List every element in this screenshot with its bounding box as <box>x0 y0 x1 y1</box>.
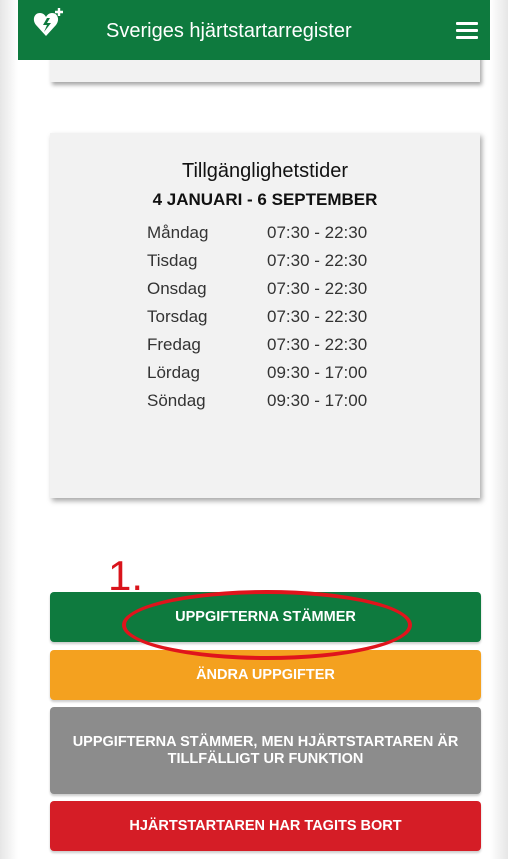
schedule-row: Onsdag 07:30 - 22:30 <box>147 279 407 307</box>
schedule-row: Söndag 09:30 - 17:00 <box>147 391 407 419</box>
schedule-row: Torsdag 07:30 - 22:30 <box>147 307 407 335</box>
schedule-hours: 07:30 - 22:30 <box>267 307 368 326</box>
schedule-day: Söndag <box>147 391 206 410</box>
schedule-day: Lördag <box>147 363 200 382</box>
schedule-row: Lördag 09:30 - 17:00 <box>147 363 407 391</box>
schedule-day: Tisdag <box>147 251 198 270</box>
schedule-hours: 07:30 - 22:30 <box>267 335 368 354</box>
schedule-day: Torsdag <box>147 307 208 326</box>
schedule-row: Tisdag 07:30 - 22:30 <box>147 251 407 279</box>
app-header: Sveriges hjärtstartarregister <box>18 0 490 60</box>
page-shadow-right <box>490 0 508 859</box>
schedule-day: Måndag <box>147 223 209 242</box>
availability-card: Tillgänglighetstider 4 JANUARI - 6 SEPTE… <box>50 133 480 498</box>
availability-title: Tillgänglighetstider <box>181 160 348 182</box>
schedule-hours: 07:30 - 22:30 <box>267 251 368 270</box>
confirm-details-button[interactable]: UPPGIFTERNA STÄMMER <box>50 592 481 642</box>
schedule-hours: 07:30 - 22:30 <box>267 223 368 242</box>
temporarily-out-of-order-button[interactable]: UPPGIFTERNA STÄMMER, MEN HJÄRTSTARTAREN … <box>50 707 481 794</box>
page-shadow-left <box>0 0 18 859</box>
hamburger-menu-icon[interactable] <box>456 22 478 40</box>
heart-defibrillator-logo-icon[interactable] <box>32 6 66 40</box>
schedule-hours: 09:30 - 17:00 <box>267 363 368 382</box>
availability-date-range: 4 JANUARI - 6 SEPTEMBER <box>152 190 378 209</box>
schedule-day: Onsdag <box>147 279 207 298</box>
app-title: Sveriges hjärtstartarregister <box>106 20 352 42</box>
schedule-row: Måndag 07:30 - 22:30 <box>147 223 407 251</box>
edit-details-button[interactable]: ÄNDRA UPPGIFTER <box>50 650 481 700</box>
schedule-day: Fredag <box>147 335 201 354</box>
schedule-hours: 07:30 - 22:30 <box>267 279 368 298</box>
schedule-hours: 09:30 - 17:00 <box>267 391 368 410</box>
schedule-list: Måndag 07:30 - 22:30 Tisdag 07:30 - 22:3… <box>147 223 407 419</box>
defibrillator-removed-button[interactable]: HJÄRTSTARTAREN HAR TAGITS BORT <box>50 801 481 851</box>
schedule-row: Fredag 07:30 - 22:30 <box>147 335 407 363</box>
